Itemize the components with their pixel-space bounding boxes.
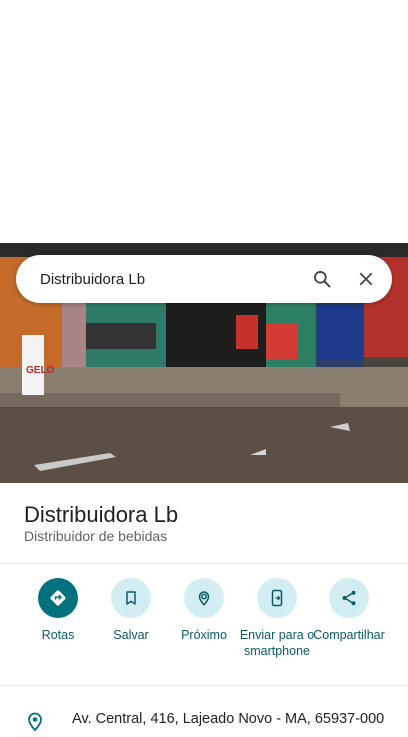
- address-text: Av. Central, 416, Lajeado Novo - MA, 659…: [72, 711, 385, 727]
- map-area: [0, 0, 408, 243]
- divider: [0, 685, 408, 686]
- directions-icon: [38, 578, 78, 618]
- divider: [0, 563, 408, 564]
- action-label: Próximo: [181, 628, 227, 642]
- search-icon[interactable]: [304, 261, 340, 297]
- action-label: Enviar para o smartphone: [239, 628, 315, 658]
- save-button[interactable]: Salvar: [93, 578, 169, 643]
- action-label: Salvar: [113, 628, 149, 642]
- share-button[interactable]: Compartilhar: [311, 578, 387, 643]
- sign-gelo: GELO: [26, 365, 55, 376]
- search-bar[interactable]: Distribuidora Lb: [16, 255, 392, 303]
- send-to-phone-icon: [257, 578, 297, 618]
- action-label: Compartilhar: [313, 628, 385, 642]
- location-pin-icon: [26, 710, 44, 737]
- close-icon[interactable]: [348, 261, 384, 297]
- directions-button[interactable]: Rotas: [20, 578, 96, 643]
- action-label: Rotas: [41, 628, 75, 642]
- search-input[interactable]: Distribuidora Lb: [40, 271, 296, 288]
- nearby-icon: [184, 578, 224, 618]
- place-category[interactable]: Distribuidor de bebidas: [24, 528, 167, 544]
- nearby-button[interactable]: Próximo: [166, 578, 242, 643]
- share-icon: [329, 578, 369, 618]
- place-title: Distribuidora Lb: [24, 502, 179, 527]
- address-row[interactable]: Av. Central, 416, Lajeado Novo - MA, 659…: [0, 700, 408, 732]
- bookmark-icon: [111, 578, 151, 618]
- send-to-phone-button[interactable]: Enviar para o smartphone: [239, 578, 315, 659]
